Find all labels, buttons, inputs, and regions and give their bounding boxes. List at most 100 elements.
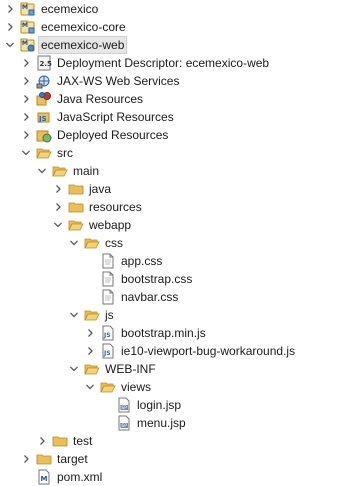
tree-item[interactable]: M ecemexico bbox=[0, 0, 356, 18]
chevron-right-icon[interactable] bbox=[84, 327, 96, 339]
chevron-right-icon[interactable] bbox=[20, 93, 32, 105]
tree-item-label: test bbox=[73, 434, 93, 448]
tree-item-label: bootstrap.min.js bbox=[121, 326, 206, 340]
folder-icon bbox=[68, 181, 84, 197]
tree-item-label: ie10-viewport-bug-workaround.js bbox=[121, 344, 296, 358]
tree-item[interactable]: bootstrap.css bbox=[0, 270, 356, 288]
tree-item[interactable]: Java Resources bbox=[0, 90, 356, 108]
tree-item-label: Deployed Resources bbox=[57, 128, 169, 142]
folder-icon bbox=[52, 433, 68, 449]
folder-open-icon bbox=[68, 217, 84, 233]
tree-item-label: main bbox=[73, 164, 100, 178]
tree-item[interactable]: JSP menu.jsp bbox=[0, 414, 356, 432]
chevron-right-icon[interactable] bbox=[52, 201, 64, 213]
tree-item[interactable]: target bbox=[0, 450, 356, 468]
svg-text:2.5: 2.5 bbox=[40, 60, 53, 68]
deployed-resources-icon bbox=[36, 127, 52, 143]
tree-item-label: Deployment Descriptor: ecemexico-web bbox=[57, 56, 270, 70]
tree-item-label: ecemexico-web bbox=[37, 36, 128, 54]
chevron-right-icon[interactable] bbox=[4, 21, 16, 33]
tree-item[interactable]: JS JavaScript Resources bbox=[0, 108, 356, 126]
tree-item-label: target bbox=[57, 452, 88, 466]
tree-item[interactable]: js bbox=[0, 306, 356, 324]
tree-item[interactable]: M pom.xml bbox=[0, 468, 356, 486]
folder-open-icon bbox=[36, 145, 52, 161]
tree-item[interactable]: views bbox=[0, 378, 356, 396]
file-icon bbox=[100, 289, 116, 305]
tree-item[interactable]: webapp bbox=[0, 216, 356, 234]
chevron-right-icon[interactable] bbox=[4, 3, 16, 15]
tree-item[interactable]: test bbox=[0, 432, 356, 450]
svg-text:M: M bbox=[22, 22, 28, 29]
tree-item[interactable]: css bbox=[0, 234, 356, 252]
tree-item[interactable]: resources bbox=[0, 198, 356, 216]
chevron-down-icon[interactable] bbox=[20, 147, 32, 159]
tree-item[interactable]: M ecemexico-web bbox=[0, 36, 356, 54]
tree-item-label: app.css bbox=[121, 254, 163, 268]
chevron-right-icon[interactable] bbox=[52, 183, 64, 195]
folder-open-icon bbox=[52, 163, 68, 179]
tree-item-label: ecemexico-core bbox=[41, 20, 126, 34]
tree-item[interactable]: Deployed Resources bbox=[0, 126, 356, 144]
tree-item[interactable]: JS bootstrap.min.js bbox=[0, 324, 356, 342]
chevron-down-icon[interactable] bbox=[68, 363, 80, 375]
tree-item[interactable]: JAX-WS Web Services bbox=[0, 72, 356, 90]
svg-text:JSP: JSP bbox=[119, 423, 127, 428]
tree-item[interactable]: navbar.css bbox=[0, 288, 356, 306]
tree-item[interactable]: app.css bbox=[0, 252, 356, 270]
tree-item-label: views bbox=[121, 380, 152, 394]
js-file-icon: JS bbox=[100, 343, 116, 359]
tree-item[interactable]: JS ie10-viewport-bug-workaround.js bbox=[0, 342, 356, 360]
folder-icon bbox=[36, 451, 52, 467]
maven-project-icon: M bbox=[20, 1, 36, 17]
chevron-down-icon[interactable] bbox=[84, 381, 96, 393]
chevron-down-icon[interactable] bbox=[68, 309, 80, 321]
tree-item-label: src bbox=[57, 146, 73, 160]
tree-item-label: JavaScript Resources bbox=[57, 110, 174, 124]
svg-text:M: M bbox=[22, 4, 28, 11]
deployment-descriptor-icon: 2.5 bbox=[36, 55, 52, 71]
tree-item[interactable]: main bbox=[0, 162, 356, 180]
chevron-down-icon[interactable] bbox=[68, 237, 80, 249]
java-resources-icon bbox=[36, 91, 52, 107]
chevron-right-icon[interactable] bbox=[20, 57, 32, 69]
svg-text:M: M bbox=[22, 40, 28, 47]
tree-item-label: login.jsp bbox=[137, 398, 182, 412]
chevron-right-icon[interactable] bbox=[20, 129, 32, 141]
jsp-file-icon: JSP bbox=[116, 415, 132, 431]
tree-item-label: js bbox=[105, 308, 114, 322]
maven-project-icon: M bbox=[20, 19, 36, 35]
project-explorer-tree: M ecemexico M ecemexico-core M ecemexico… bbox=[0, 0, 356, 485]
javascript-resources-icon: JS bbox=[36, 109, 52, 125]
tree-item-label: pom.xml bbox=[57, 470, 103, 484]
tree-item-label: java bbox=[89, 182, 112, 196]
tree-item[interactable]: JSP login.jsp bbox=[0, 396, 356, 414]
tree-item[interactable]: WEB-INF bbox=[0, 360, 356, 378]
tree-item-label: ecemexico bbox=[41, 2, 99, 16]
chevron-right-icon[interactable] bbox=[20, 75, 32, 87]
jsp-file-icon: JSP bbox=[116, 397, 132, 413]
tree-item[interactable]: src bbox=[0, 144, 356, 162]
chevron-right-icon[interactable] bbox=[84, 345, 96, 357]
tree-item-label: JAX-WS Web Services bbox=[57, 74, 180, 88]
tree-item-label: webapp bbox=[89, 218, 132, 232]
js-file-icon: JS bbox=[100, 325, 116, 341]
svg-text:M: M bbox=[41, 475, 48, 483]
chevron-right-icon[interactable] bbox=[36, 435, 48, 447]
svg-text:JS: JS bbox=[103, 350, 111, 357]
tree-item-label: css bbox=[105, 236, 123, 250]
folder-open-icon bbox=[100, 379, 116, 395]
folder-icon bbox=[68, 199, 84, 215]
tree-item[interactable]: M ecemexico-core bbox=[0, 18, 356, 36]
chevron-down-icon[interactable] bbox=[4, 39, 16, 51]
file-icon bbox=[100, 253, 116, 269]
svg-text:JSP: JSP bbox=[119, 405, 127, 410]
chevron-right-icon[interactable] bbox=[20, 453, 32, 465]
chevron-down-icon[interactable] bbox=[52, 219, 64, 231]
tree-item[interactable]: java bbox=[0, 180, 356, 198]
chevron-down-icon[interactable] bbox=[36, 165, 48, 177]
chevron-right-icon[interactable] bbox=[20, 111, 32, 123]
tree-item-label: menu.jsp bbox=[137, 416, 186, 430]
tree-item[interactable]: 2.5 Deployment Descriptor: ecemexico-web bbox=[0, 54, 356, 72]
maven-web-project-icon: M bbox=[20, 37, 36, 53]
